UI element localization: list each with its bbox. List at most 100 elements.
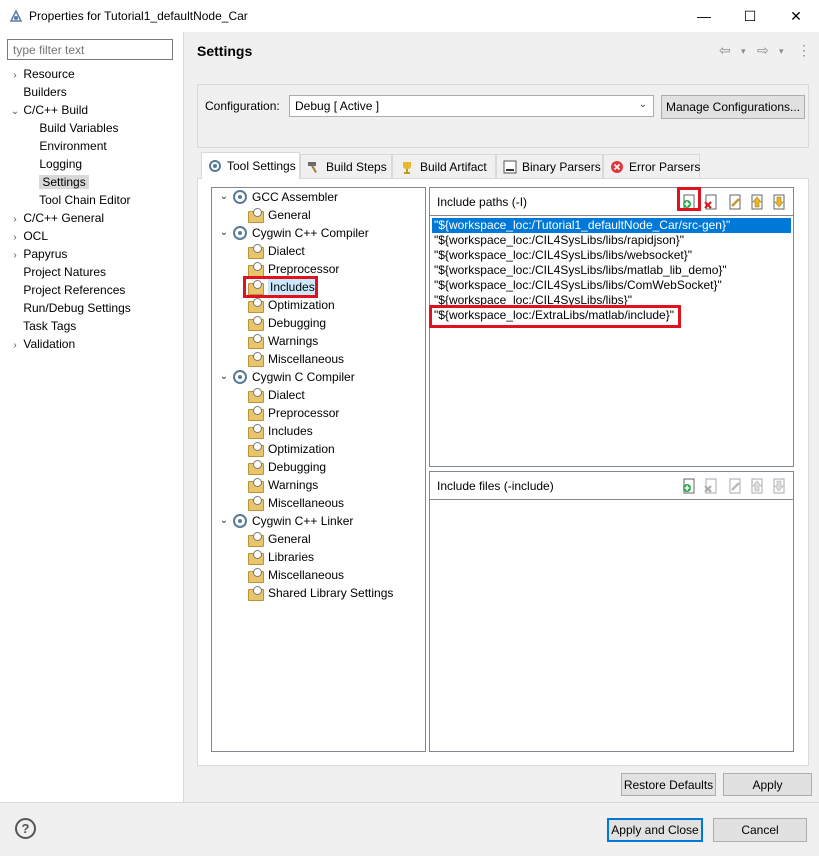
apply-and-close-button[interactable]: Apply and Close bbox=[607, 818, 703, 842]
tree-node-dialect[interactable]: Dialect bbox=[248, 386, 305, 404]
tree-node-miscellaneous[interactable]: Miscellaneous bbox=[248, 350, 344, 368]
cancel-button[interactable]: Cancel bbox=[713, 818, 807, 842]
tree-node-general[interactable]: General bbox=[248, 206, 311, 224]
hammer-icon bbox=[307, 160, 321, 174]
tree-node-cygwin-c-compiler[interactable]: ⌄ Cygwin C Compiler bbox=[218, 368, 355, 386]
tree-node-libraries[interactable]: Libraries bbox=[248, 548, 314, 566]
chevron-down-icon[interactable]: ⌄ bbox=[218, 224, 230, 242]
sidebar-item-logging[interactable]: Logging bbox=[10, 155, 180, 173]
sidebar-item-builders[interactable]: Builders bbox=[10, 83, 180, 101]
tree-node-warnings[interactable]: Warnings bbox=[248, 332, 318, 350]
tree-node-miscellaneous[interactable]: Miscellaneous bbox=[248, 566, 344, 584]
close-window-button[interactable]: ✕ bbox=[773, 0, 819, 32]
properties-nav: › Resource Builders ⌄ C/C++ Build Build … bbox=[10, 65, 180, 353]
tree-node-shared-library-settings[interactable]: Shared Library Settings bbox=[248, 584, 393, 602]
folder-options-icon bbox=[248, 243, 264, 259]
back-menu-caret-icon[interactable]: ▾ bbox=[741, 46, 746, 57]
restore-defaults-button[interactable]: Restore Defaults bbox=[621, 773, 716, 796]
sidebar-item-environment[interactable]: Environment bbox=[10, 137, 180, 155]
sidebar-item-tool-chain-editor[interactable]: Tool Chain Editor bbox=[10, 191, 180, 209]
move-down-icon[interactable] bbox=[771, 194, 787, 210]
tree-node-preprocessor[interactable]: Preprocessor bbox=[248, 404, 339, 422]
delete-path-icon[interactable] bbox=[703, 194, 719, 210]
folder-options-icon bbox=[248, 531, 264, 547]
edit-path-icon[interactable] bbox=[727, 194, 743, 210]
sidebar-item-ocl[interactable]: › OCL bbox=[10, 227, 180, 245]
sidebar-item-build-variables[interactable]: Build Variables bbox=[10, 119, 180, 137]
folder-options-icon bbox=[248, 423, 264, 439]
delete-file-icon bbox=[703, 478, 719, 494]
chevron-down-icon[interactable]: ⌄ bbox=[10, 103, 20, 121]
page-title: Settings bbox=[197, 43, 253, 59]
tree-node-cygwin-cpp-linker[interactable]: ⌄ Cygwin C++ Linker bbox=[218, 512, 353, 530]
tree-node-miscellaneous[interactable]: Miscellaneous bbox=[248, 494, 344, 512]
chevron-right-icon[interactable]: › bbox=[10, 337, 20, 355]
highlight-includes-box bbox=[243, 276, 318, 298]
folder-options-icon bbox=[248, 315, 264, 331]
folder-options-icon bbox=[248, 207, 264, 223]
tool-settings-tree: ⌄ GCC Assembler General ⌄ Cygwin C++ Compi… bbox=[211, 187, 426, 752]
tree-node-dialect[interactable]: Dialect bbox=[248, 242, 305, 260]
list-item[interactable]: "${workspace_loc:/CIL4SysLibs/libs/rapid… bbox=[432, 233, 791, 248]
tab-binary-parsers[interactable]: Binary Parsers bbox=[496, 154, 603, 178]
tree-node-debugging[interactable]: Debugging bbox=[248, 314, 326, 332]
sidebar-item-task-tags[interactable]: Task Tags bbox=[10, 317, 180, 335]
tool-gear-icon bbox=[233, 226, 247, 240]
sidebar-item-cpp-general[interactable]: › C/C++ General bbox=[10, 209, 180, 227]
forward-menu-caret-icon[interactable]: ▾ bbox=[779, 46, 784, 57]
minimize-button[interactable]: — bbox=[681, 0, 727, 32]
tool-gear-icon bbox=[233, 370, 247, 384]
tab-tool-settings[interactable]: Tool Settings bbox=[201, 152, 300, 179]
folder-options-icon bbox=[248, 459, 264, 475]
maximize-button[interactable]: ☐ bbox=[727, 0, 773, 32]
chevron-down-icon[interactable]: ⌄ bbox=[218, 368, 230, 386]
tab-error-parsers[interactable]: Error Parsers bbox=[603, 154, 700, 178]
back-arrow-icon[interactable]: ⇦ bbox=[719, 42, 731, 59]
filter-input[interactable] bbox=[7, 39, 173, 60]
list-item[interactable]: "${workspace_loc:/CIL4SysLibs/libs/matla… bbox=[432, 263, 791, 278]
forward-arrow-icon[interactable]: ⇨ bbox=[757, 42, 769, 59]
error-icon bbox=[610, 160, 624, 174]
add-file-icon[interactable] bbox=[681, 478, 697, 494]
sidebar-item-run-debug-settings[interactable]: Run/Debug Settings bbox=[10, 299, 180, 317]
folder-options-icon bbox=[248, 333, 264, 349]
folder-options-icon bbox=[248, 495, 264, 511]
sidebar-item-resource[interactable]: › Resource bbox=[10, 65, 180, 83]
chevron-down-icon[interactable]: ⌄ bbox=[218, 512, 230, 530]
tree-node-cygwin-cpp-compiler[interactable]: ⌄ Cygwin C++ Compiler bbox=[218, 224, 369, 242]
help-icon[interactable]: ? bbox=[15, 818, 36, 839]
tree-node-general[interactable]: General bbox=[248, 530, 311, 548]
list-item[interactable]: "${workspace_loc:/CIL4SysLibs/libs/ComWe… bbox=[432, 278, 791, 293]
tab-build-steps[interactable]: Build Steps bbox=[300, 154, 392, 178]
folder-options-icon bbox=[248, 441, 264, 457]
sidebar-item-cpp-build[interactable]: ⌄ C/C++ Build bbox=[10, 101, 180, 119]
trophy-icon bbox=[399, 160, 415, 174]
list-item[interactable]: "${workspace_loc:/CIL4SysLibs/libs/webso… bbox=[432, 248, 791, 263]
tree-node-optimization[interactable]: Optimization bbox=[248, 440, 335, 458]
view-menu-icon[interactable]: ⋮ bbox=[797, 42, 811, 59]
sidebar-item-settings[interactable]: Settings bbox=[10, 173, 180, 191]
manage-configurations-button[interactable]: Manage Configurations... bbox=[661, 95, 805, 119]
tree-node-debugging[interactable]: Debugging bbox=[248, 458, 326, 476]
tree-node-includes[interactable]: Includes bbox=[248, 422, 313, 440]
sidebar-item-papyrus[interactable]: › Papyrus bbox=[10, 245, 180, 263]
tool-gear-icon bbox=[233, 190, 247, 204]
folder-options-icon bbox=[248, 387, 264, 403]
eclipse-properties-icon bbox=[9, 9, 23, 22]
folder-options-icon bbox=[248, 477, 264, 493]
chevron-down-icon[interactable]: ⌄ bbox=[218, 188, 230, 206]
folder-options-icon bbox=[248, 585, 264, 601]
tree-node-warnings[interactable]: Warnings bbox=[248, 476, 318, 494]
list-item-selected[interactable]: "${workspace_loc:/Tutorial1_defaultNode_… bbox=[432, 218, 791, 233]
binary-icon bbox=[503, 160, 517, 174]
move-up-icon[interactable] bbox=[749, 194, 765, 210]
tree-node-optimization[interactable]: Optimization bbox=[248, 296, 335, 314]
tab-build-artifact[interactable]: Build Artifact bbox=[392, 154, 496, 178]
apply-button[interactable]: Apply bbox=[723, 773, 812, 796]
configuration-label: Configuration: bbox=[205, 99, 280, 113]
sidebar-item-project-natures[interactable]: Project Natures bbox=[10, 263, 180, 281]
tree-node-gcc-assembler[interactable]: ⌄ GCC Assembler bbox=[218, 188, 338, 206]
configuration-select[interactable]: Debug [ Active ] ⌄ bbox=[289, 95, 654, 117]
sidebar-item-project-references[interactable]: Project References bbox=[10, 281, 180, 299]
sidebar-item-validation[interactable]: › Validation bbox=[10, 335, 180, 353]
